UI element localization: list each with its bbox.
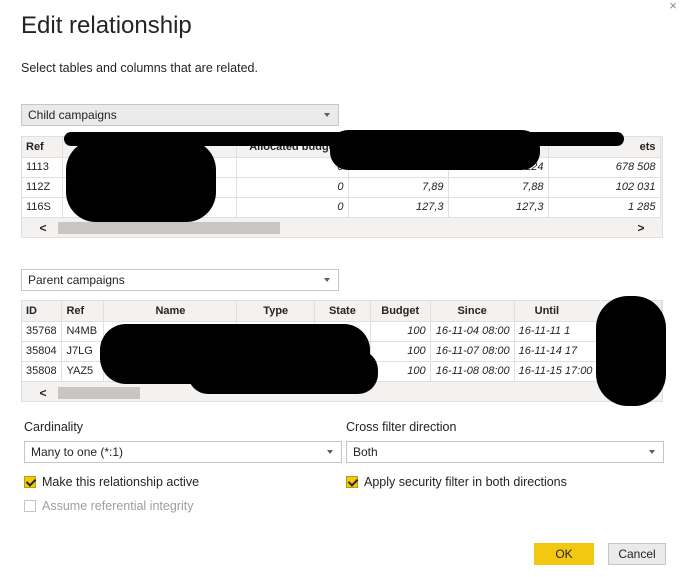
parent-column-header-budget[interactable]: Budget bbox=[370, 301, 431, 322]
referential-integrity-checkbox-row: Assume referential integrity bbox=[24, 499, 193, 513]
referential-integrity-label: Assume referential integrity bbox=[42, 499, 194, 513]
make-active-checkbox-row[interactable]: Make this relationship active bbox=[24, 475, 199, 489]
make-active-label: Make this relationship active bbox=[42, 475, 200, 489]
chevron-down-icon bbox=[327, 450, 333, 454]
cardinality-label: Cardinality bbox=[24, 420, 84, 434]
scroll-thumb[interactable] bbox=[58, 222, 280, 234]
parent-table-select[interactable]: Parent campaigns bbox=[21, 269, 339, 291]
table-cell: 100 bbox=[370, 361, 431, 382]
ok-button[interactable]: OK bbox=[534, 543, 594, 565]
table-cell: 116S bbox=[22, 197, 63, 218]
table-cell: 7,89 bbox=[348, 177, 449, 198]
cardinality-select[interactable]: Many to one (*:1) bbox=[24, 441, 342, 463]
table-cell: 0 bbox=[236, 197, 349, 218]
chevron-down-icon bbox=[324, 278, 330, 282]
parent-column-header-state[interactable]: State bbox=[314, 301, 371, 322]
scroll-left-icon[interactable]: < bbox=[36, 222, 50, 234]
table-cell: 1113 bbox=[22, 157, 63, 178]
dialog-subtitle: Select tables and columns that are relat… bbox=[21, 61, 258, 75]
table-cell: 35808 bbox=[22, 361, 63, 382]
scroll-right-icon[interactable]: > bbox=[634, 222, 648, 234]
chevron-down-icon bbox=[324, 113, 330, 117]
redaction-mark bbox=[66, 140, 216, 222]
table-cell: 0 bbox=[236, 177, 349, 198]
table-cell: 35768 bbox=[22, 321, 63, 342]
table-cell: 16-11-04 08:00 bbox=[430, 321, 515, 342]
child-horizontal-scrollbar[interactable]: < > bbox=[22, 220, 662, 236]
redaction-mark bbox=[188, 350, 378, 394]
scroll-left-icon[interactable]: < bbox=[36, 387, 50, 399]
close-icon[interactable]: × bbox=[667, 0, 679, 12]
parent-column-header-since[interactable]: Since bbox=[430, 301, 515, 322]
make-active-checkbox[interactable] bbox=[24, 476, 36, 488]
scroll-thumb[interactable] bbox=[58, 387, 140, 399]
table-cell: 112Z bbox=[22, 177, 63, 198]
table-cell: 16-11-08 08:00 bbox=[430, 361, 515, 382]
table-cell: 127,3 bbox=[448, 197, 549, 218]
redaction-mark bbox=[330, 130, 540, 170]
cross-filter-select-value: Both bbox=[353, 445, 378, 459]
table-cell: 127,3 bbox=[348, 197, 449, 218]
table-cell: J7LG bbox=[61, 341, 105, 362]
table-cell: YAZ5 bbox=[61, 361, 105, 382]
table-cell: 16-11-07 08:00 bbox=[430, 341, 515, 362]
table-cell: 102 031 bbox=[548, 177, 661, 198]
parent-column-header-id[interactable]: ID bbox=[22, 301, 63, 322]
cross-filter-label: Cross filter direction bbox=[346, 420, 457, 434]
dialog-title: Edit relationship bbox=[21, 12, 192, 39]
table-cell: N4MB bbox=[61, 321, 105, 342]
referential-integrity-checkbox bbox=[24, 500, 36, 512]
table-cell: 7,88 bbox=[448, 177, 549, 198]
cancel-button[interactable]: Cancel bbox=[608, 543, 666, 565]
chevron-down-icon bbox=[649, 450, 655, 454]
parent-table-select-value: Parent campaigns bbox=[28, 273, 125, 287]
table-cell: 35804 bbox=[22, 341, 63, 362]
table-cell: 100 bbox=[370, 341, 431, 362]
table-cell: 678 508 bbox=[548, 157, 661, 178]
security-filter-checkbox-row[interactable]: Apply security filter in both directions bbox=[346, 475, 567, 489]
cardinality-select-value: Many to one (*:1) bbox=[31, 445, 124, 459]
security-filter-checkbox[interactable] bbox=[346, 476, 358, 488]
redaction-mark bbox=[596, 296, 666, 406]
parent-column-header-name[interactable]: Name bbox=[103, 301, 238, 322]
cross-filter-select[interactable]: Both bbox=[346, 441, 664, 463]
child-table-select-value: Child campaigns bbox=[28, 108, 117, 122]
parent-column-header-type[interactable]: Type bbox=[236, 301, 315, 322]
child-column-header-ref[interactable]: Ref bbox=[22, 137, 63, 158]
child-table-select[interactable]: Child campaigns bbox=[21, 104, 339, 126]
table-cell: 100 bbox=[370, 321, 431, 342]
table-cell: 1 285 bbox=[548, 197, 661, 218]
parent-column-header-ref[interactable]: Ref bbox=[61, 301, 105, 322]
security-filter-label: Apply security filter in both directions bbox=[364, 475, 567, 489]
